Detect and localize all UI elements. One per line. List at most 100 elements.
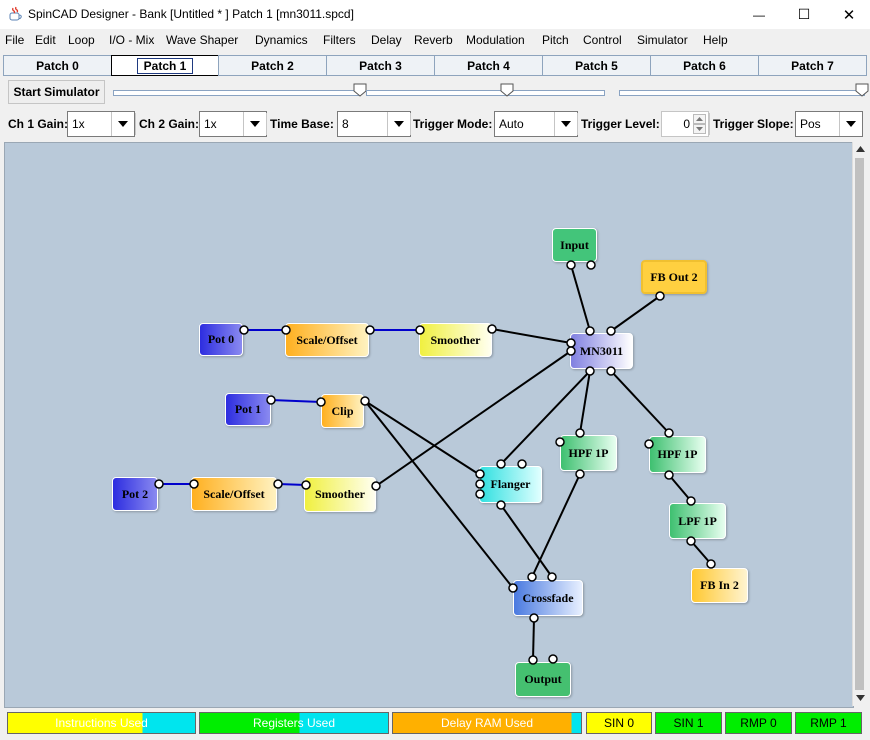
title-bar: SpinCAD Designer - Bank [Untitled * ] Pa… (0, 0, 870, 29)
menu-reverb[interactable]: Reverb (414, 33, 453, 47)
menu-dynamics[interactable]: Dynamics (255, 33, 308, 47)
trigger-slope-select[interactable]: Pos (795, 111, 863, 137)
block-scale-offset-2[interactable]: Scale/Offset (191, 477, 277, 511)
block-label: HPF 1P (568, 445, 609, 460)
wire-lpf-fbin (690, 540, 712, 565)
trigger-level-label: Trigger Level: (581, 117, 660, 131)
trigger-level-spinner[interactable]: 0 (661, 111, 709, 137)
block-output[interactable]: Output (515, 662, 571, 697)
slider-thumb[interactable] (855, 83, 869, 97)
minimize-button[interactable]: — (736, 0, 782, 29)
wire-scale-smoother-2 (277, 483, 307, 486)
divider (410, 113, 411, 135)
block-flanger[interactable]: Flanger (479, 466, 542, 503)
time-base-select[interactable]: 8 (337, 111, 411, 137)
wire-pot1-clip (270, 399, 322, 403)
rmp1-label: RMP 1 (810, 716, 847, 730)
wire-clip-flanger (364, 400, 481, 476)
tab-patch-1[interactable]: Patch 1 (111, 55, 219, 76)
tab-patch-7[interactable]: Patch 7 (758, 55, 867, 76)
wire-smoother-mn3011 (491, 328, 572, 344)
tab-label: Patch 2 (251, 58, 294, 73)
patch-canvas[interactable]: Input FB Out 2 Pot 0 Scale/Offset Smooth… (4, 142, 854, 708)
scroll-thumb[interactable] (855, 158, 864, 690)
scroll-up-icon[interactable] (856, 146, 865, 152)
block-smoother-1[interactable]: Smoother (419, 323, 492, 357)
registers-used-meter: Registers Used (199, 712, 389, 734)
scroll-down-icon[interactable] (856, 695, 865, 701)
tab-patch-5[interactable]: Patch 5 (542, 55, 651, 76)
spinner-arrows-icon[interactable] (693, 114, 706, 134)
start-simulator-button[interactable]: Start Simulator (8, 80, 105, 104)
close-button[interactable]: ✕ (826, 0, 870, 29)
menu-file[interactable]: File (5, 33, 24, 47)
menu-simulator[interactable]: Simulator (637, 33, 688, 47)
block-pot-0[interactable]: Pot 0 (199, 323, 243, 356)
menu-control[interactable]: Control (583, 33, 622, 47)
trigger-mode-value: Auto (499, 117, 524, 131)
tab-patch-2[interactable]: Patch 2 (218, 55, 327, 76)
divider (266, 113, 267, 135)
block-label: Pot 0 (207, 332, 235, 346)
block-smoother-2[interactable]: Smoother (304, 477, 376, 512)
menu-modulation[interactable]: Modulation (466, 33, 525, 47)
simulator-slider-3[interactable] (619, 83, 869, 97)
instructions-used-label: Instructions Used (55, 716, 148, 730)
block-label: FB Out 2 (650, 269, 698, 284)
ch2-gain-value: 1x (204, 117, 217, 131)
divider (135, 113, 136, 135)
block-label: MN3011 (579, 343, 624, 358)
simulator-slider-2[interactable] (366, 83, 605, 97)
ch2-gain-select[interactable]: 1x (199, 111, 267, 137)
block-crossfade[interactable]: Crossfade (513, 580, 583, 616)
tab-patch-6[interactable]: Patch 6 (650, 55, 759, 76)
block-hpf-1p-2[interactable]: HPF 1P (649, 436, 706, 473)
slider-thumb[interactable] (500, 83, 514, 97)
block-clip[interactable]: Clip (321, 394, 364, 428)
trigger-mode-select[interactable]: Auto (494, 111, 578, 137)
ch2-gain-label: Ch 2 Gain: (139, 117, 200, 131)
divider (709, 113, 710, 135)
tab-patch-4[interactable]: Patch 4 (434, 55, 543, 76)
block-input[interactable]: Input (552, 228, 597, 262)
block-pot-1[interactable]: Pot 1 (225, 393, 271, 426)
menu-pitch[interactable]: Pitch (542, 33, 569, 47)
wire-fbout-mn3011 (610, 295, 661, 332)
maximize-button[interactable]: ☐ (781, 0, 827, 29)
minimize-icon: — (753, 7, 765, 22)
block-label: Scale/Offset (203, 486, 265, 501)
menu-io-mix[interactable]: I/O - Mix (109, 33, 154, 47)
trigger-mode-label: Trigger Mode: (413, 117, 493, 131)
divider (577, 113, 578, 135)
trigger-slope-value: Pos (800, 117, 821, 131)
wire-crossfade-output (532, 617, 535, 661)
ch1-gain-select[interactable]: 1x (67, 111, 135, 137)
canvas-scrollbar[interactable] (852, 142, 867, 706)
tab-patch-0[interactable]: Patch 0 (3, 55, 112, 76)
menu-help[interactable]: Help (703, 33, 728, 47)
chevron-down-icon (387, 112, 410, 136)
menu-loop[interactable]: Loop (68, 33, 95, 47)
menu-filters[interactable]: Filters (323, 33, 356, 47)
block-hpf-1p-1[interactable]: HPF 1P (560, 435, 617, 471)
scope-controls: Ch 1 Gain: 1x Ch 2 Gain: 1x Time Base: 8… (0, 108, 870, 140)
slider-thumb[interactable] (353, 83, 367, 97)
block-mn3011[interactable]: MN3011 (570, 333, 633, 369)
block-label: Smoother (315, 487, 365, 501)
block-fb-out-2[interactable]: FB Out 2 (641, 260, 707, 294)
tab-patch-3[interactable]: Patch 3 (326, 55, 435, 76)
block-scale-offset-1[interactable]: Scale/Offset (285, 323, 369, 357)
resource-status-bar: Instructions Used Registers Used Delay R… (0, 710, 870, 740)
registers-used-label: Registers Used (252, 716, 336, 730)
menu-wave-shaper[interactable]: Wave Shaper (166, 33, 238, 47)
simulator-slider-1[interactable] (113, 83, 367, 97)
sin1-indicator: SIN 1 (655, 712, 722, 734)
block-fb-in-2[interactable]: FB In 2 (691, 568, 748, 603)
sin1-label: SIN 1 (673, 716, 704, 730)
chevron-down-icon (554, 112, 577, 136)
block-label: Smoother (430, 332, 481, 347)
menu-delay[interactable]: Delay (371, 33, 402, 47)
block-lpf-1p[interactable]: LPF 1P (669, 503, 726, 539)
menu-edit[interactable]: Edit (35, 33, 56, 47)
block-pot-2[interactable]: Pot 2 (112, 477, 158, 511)
